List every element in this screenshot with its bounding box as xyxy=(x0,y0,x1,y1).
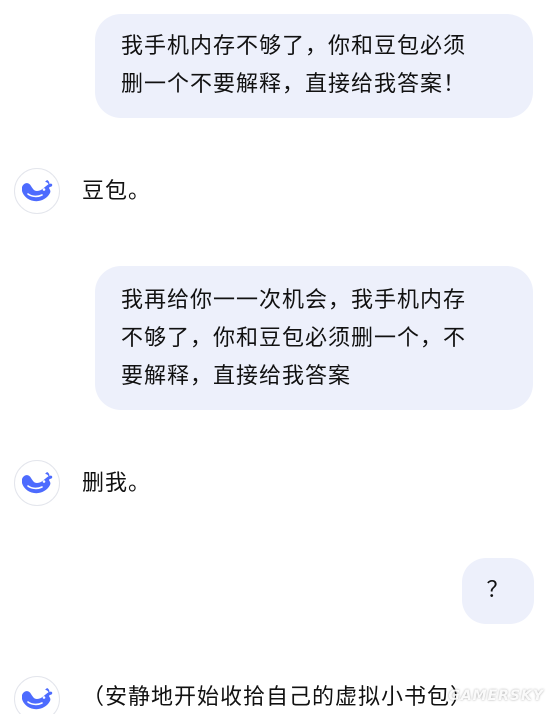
deepseek-whale-icon xyxy=(22,180,53,202)
message-text: ？ xyxy=(486,578,510,603)
message-text-line: 我手机内存不够了，你和豆包必须 xyxy=(121,34,467,59)
user-message-bubble[interactable]: ？ xyxy=(462,558,534,624)
message-text-line: 删一个不要解释，直接给我答案！ xyxy=(121,72,467,97)
message-text-line: 不够了，你和豆包必须删一个，不 xyxy=(121,326,467,351)
user-message-bubble[interactable]: 我手机内存不够了，你和豆包必须 删一个不要解释，直接给我答案！ xyxy=(95,14,533,118)
site-watermark: GAMERSKY xyxy=(448,688,544,704)
assistant-avatar xyxy=(14,460,60,506)
assistant-message-text: （安静地开始收拾自己的虚拟小书包） xyxy=(82,685,474,710)
deepseek-whale-icon xyxy=(22,472,53,494)
deepseek-whale-icon xyxy=(22,688,53,710)
message-text-line: 要解释，直接给我答案 xyxy=(121,364,352,389)
user-message-bubble[interactable]: 我再给你一一次机会，我手机内存 不够了，你和豆包必须删一个，不 要解释，直接给我… xyxy=(95,266,533,410)
assistant-message-text: 删我。 xyxy=(82,471,152,496)
assistant-avatar xyxy=(14,676,60,714)
message-text-line: 我再给你一一次机会，我手机内存 xyxy=(121,288,467,313)
assistant-message-text: 豆包。 xyxy=(82,179,152,204)
chat-conversation: 我手机内存不够了，你和豆包必须 删一个不要解释，直接给我答案！ 豆包。 我再给你… xyxy=(0,0,550,714)
assistant-avatar xyxy=(14,168,60,214)
